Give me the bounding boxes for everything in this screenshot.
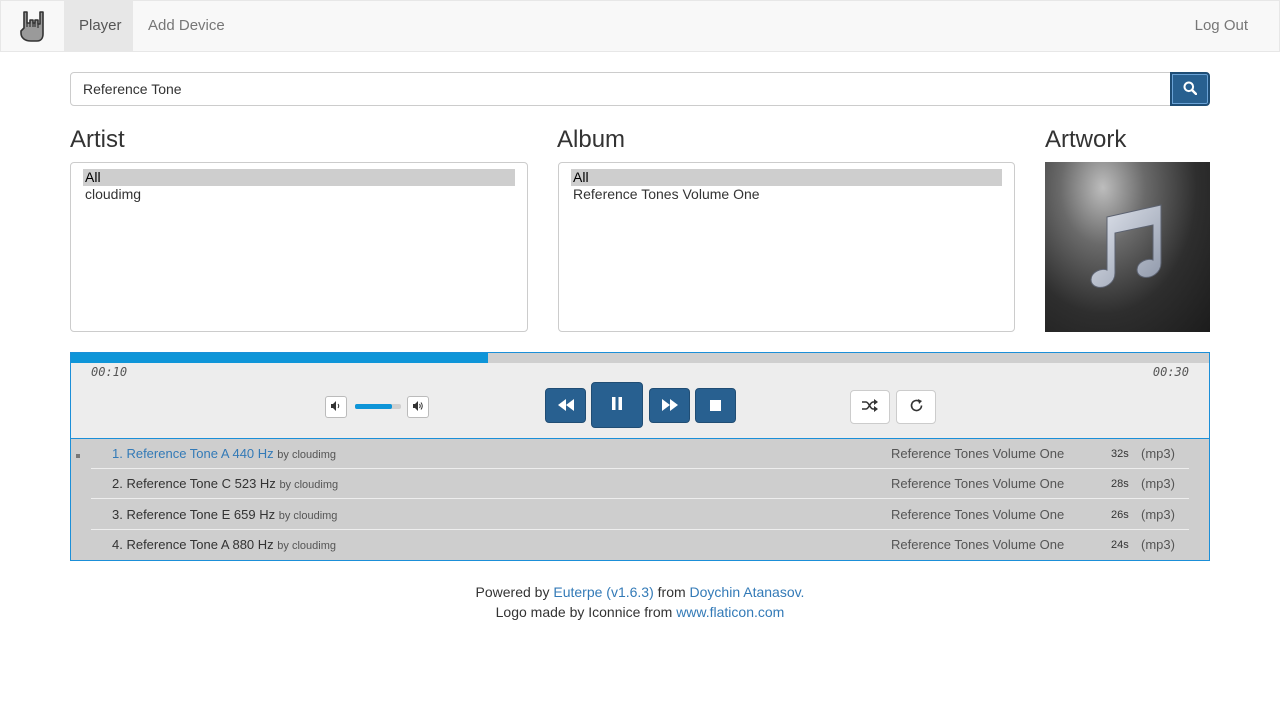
stop-button[interactable] — [695, 388, 736, 423]
track-duration: 24s — [1111, 539, 1129, 551]
track-artist: by cloudimg — [278, 510, 338, 522]
total-time: 00:30 — [1152, 365, 1189, 379]
navbar: Player Add Device Log Out — [0, 0, 1280, 52]
volume-up-button[interactable] — [407, 396, 429, 418]
volume-up-icon — [412, 399, 424, 415]
flaticon-link[interactable]: www.flaticon.com — [676, 604, 784, 620]
author-link[interactable]: Doychin Atanasov. — [690, 584, 805, 600]
album-option-all[interactable]: All — [571, 169, 1002, 186]
track-duration: 32s — [1111, 448, 1129, 460]
track-album: Reference Tones Volume One — [891, 476, 1065, 491]
progress-fill — [71, 353, 489, 363]
volume-fill — [355, 404, 392, 409]
euterpe-link[interactable]: Euterpe (v1.6.3) — [553, 584, 653, 600]
repeat-icon — [909, 398, 924, 416]
track-row[interactable]: 2. Reference Tone C 523 Hz by cloudimg R… — [91, 469, 1189, 499]
pause-icon — [611, 397, 623, 413]
elapsed-time: 00:10 — [91, 365, 128, 379]
track-artist: by cloudimg — [277, 540, 336, 552]
track-format: (mp3) — [1141, 476, 1175, 491]
footer-powered-line: Powered by Euterpe (v1.6.3) from Doychin… — [475, 584, 805, 600]
music-note-icon — [1073, 191, 1183, 304]
artist-list[interactable]: All cloudimg — [70, 162, 528, 332]
rewind-icon — [557, 398, 574, 414]
nav-add-device[interactable]: Add Device — [133, 1, 240, 51]
shuffle-button[interactable] — [850, 390, 890, 424]
playlist: 1. Reference Tone A 440 Hz by cloudimg R… — [70, 438, 1210, 561]
current-track-marker — [76, 454, 80, 458]
track-album: Reference Tones Volume One — [891, 507, 1065, 522]
footer-logo-line: Logo made by Iconnice from www.flaticon.… — [495, 604, 785, 620]
progress-bar[interactable] — [71, 353, 1209, 363]
track-title[interactable]: 2. Reference Tone C 523 Hz by cloudimg — [112, 476, 338, 491]
album-list[interactable]: All Reference Tones Volume One — [558, 162, 1015, 332]
track-duration: 26s — [1111, 509, 1129, 521]
track-format: (mp3) — [1141, 507, 1175, 522]
search-input[interactable] — [70, 72, 1171, 106]
nav-player[interactable]: Player — [64, 1, 133, 51]
track-title[interactable]: 3. Reference Tone E 659 Hz by cloudimg — [112, 507, 337, 522]
rewind-button[interactable] — [545, 388, 586, 423]
shuffle-icon — [862, 399, 878, 415]
track-row[interactable]: 1. Reference Tone A 440 Hz by cloudimg R… — [91, 439, 1189, 469]
track-row[interactable]: 4. Reference Tone A 880 Hz by cloudimg R… — [91, 530, 1189, 560]
track-album: Reference Tones Volume One — [891, 446, 1065, 461]
search-icon — [1183, 81, 1198, 98]
track-artist: by cloudimg — [277, 449, 336, 461]
pause-button[interactable] — [591, 382, 643, 428]
artist-option-cloudimg[interactable]: cloudimg — [83, 186, 515, 203]
artwork-title: Artwork — [1045, 126, 1127, 153]
track-title[interactable]: 4. Reference Tone A 880 Hz by cloudimg — [112, 537, 336, 552]
track-format: (mp3) — [1141, 446, 1175, 461]
logout-link[interactable]: Log Out — [1180, 1, 1263, 51]
track-format: (mp3) — [1141, 537, 1175, 552]
album-option-reference-tones[interactable]: Reference Tones Volume One — [571, 186, 1002, 203]
track-title[interactable]: 1. Reference Tone A 440 Hz by cloudimg — [112, 446, 336, 461]
fast-forward-icon — [661, 398, 678, 414]
footer: Powered by Euterpe (v1.6.3) from Doychin… — [0, 582, 1280, 622]
volume-down-icon — [330, 399, 342, 415]
volume-down-button[interactable] — [325, 396, 347, 418]
album-title: Album — [557, 126, 626, 153]
track-duration: 28s — [1111, 478, 1129, 490]
repeat-button[interactable] — [896, 390, 936, 424]
artist-option-all[interactable]: All — [83, 169, 515, 186]
artwork-image — [1045, 162, 1210, 332]
artist-title: Artist — [70, 126, 125, 153]
track-artist: by cloudimg — [279, 479, 339, 491]
search-button[interactable] — [1170, 72, 1210, 106]
track-row[interactable]: 3. Reference Tone E 659 Hz by cloudimg R… — [91, 500, 1189, 530]
rock-hand-icon[interactable] — [15, 8, 51, 44]
track-album: Reference Tones Volume One — [891, 537, 1065, 552]
stop-icon — [710, 398, 721, 414]
player-panel: 00:10 00:30 — [70, 352, 1210, 438]
fast-forward-button[interactable] — [649, 388, 690, 423]
volume-slider[interactable] — [355, 404, 401, 409]
